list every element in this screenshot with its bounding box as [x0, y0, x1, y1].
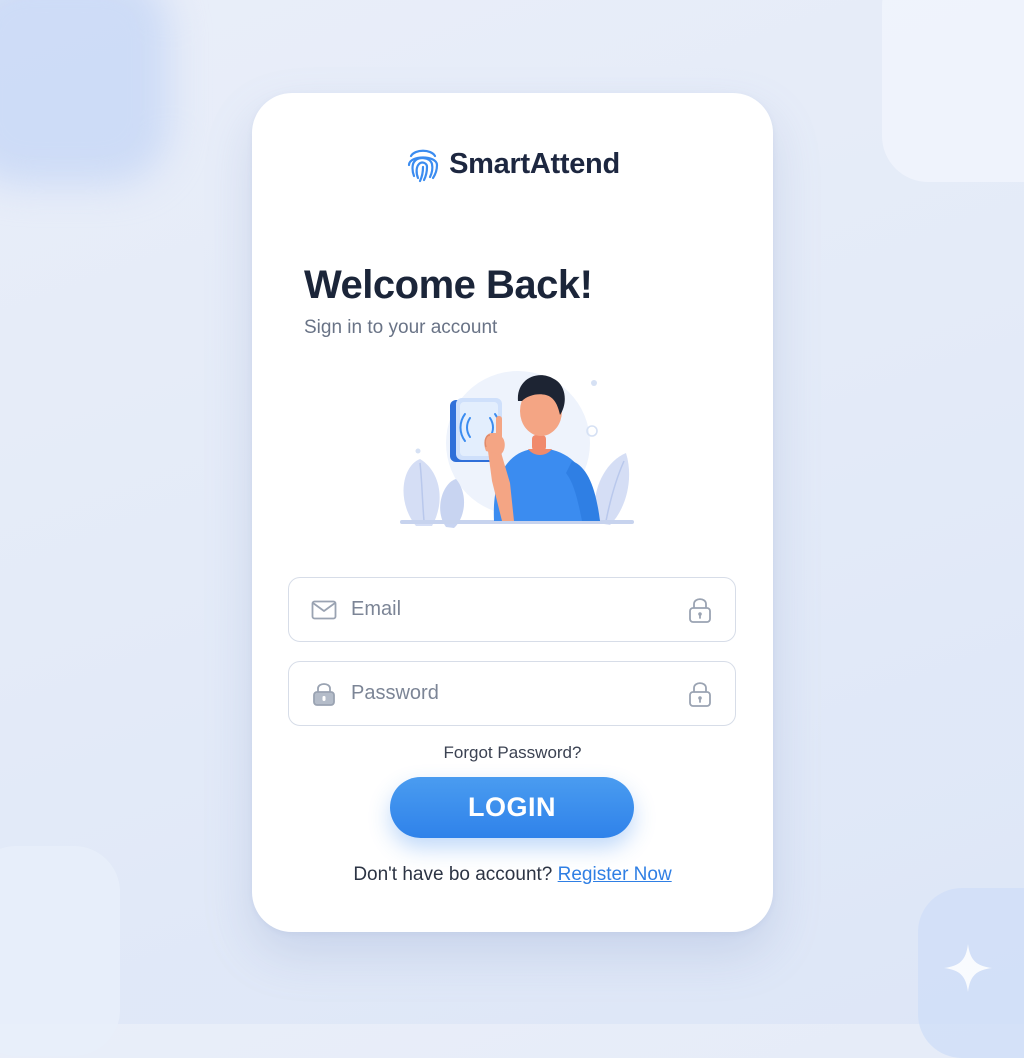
- page-title: Welcome Back!: [304, 263, 593, 307]
- brand: SmartAttend: [252, 145, 773, 183]
- register-link[interactable]: Register Now: [558, 864, 672, 885]
- password-field[interactable]: [288, 661, 736, 726]
- lock-icon: [687, 680, 713, 708]
- fingerprint-scan-illustration: [400, 371, 634, 528]
- register-prompt-line: Don't have bo account? Register Now: [252, 864, 773, 886]
- register-prompt: Don't have bo account?: [353, 864, 553, 885]
- background-blob: [0, 846, 120, 1056]
- password-input[interactable]: [351, 682, 687, 705]
- mail-icon: [311, 597, 337, 623]
- sparkle-icon: [944, 944, 992, 992]
- fingerprint-icon: [408, 149, 439, 183]
- brand-name: SmartAttend: [449, 147, 620, 180]
- lock-icon: [311, 681, 337, 707]
- background-blob: [0, 0, 170, 185]
- login-button[interactable]: LOGIN: [390, 777, 634, 838]
- email-input[interactable]: [351, 598, 687, 621]
- page-subtitle: Sign in to your account: [304, 317, 498, 338]
- background-blob: [882, 0, 1024, 182]
- email-field[interactable]: [288, 577, 736, 642]
- forgot-password-link[interactable]: Forgot Password?: [252, 743, 773, 763]
- lock-icon: [687, 596, 713, 624]
- login-card: SmartAttend Welcome Back! Sign in to you…: [252, 93, 773, 932]
